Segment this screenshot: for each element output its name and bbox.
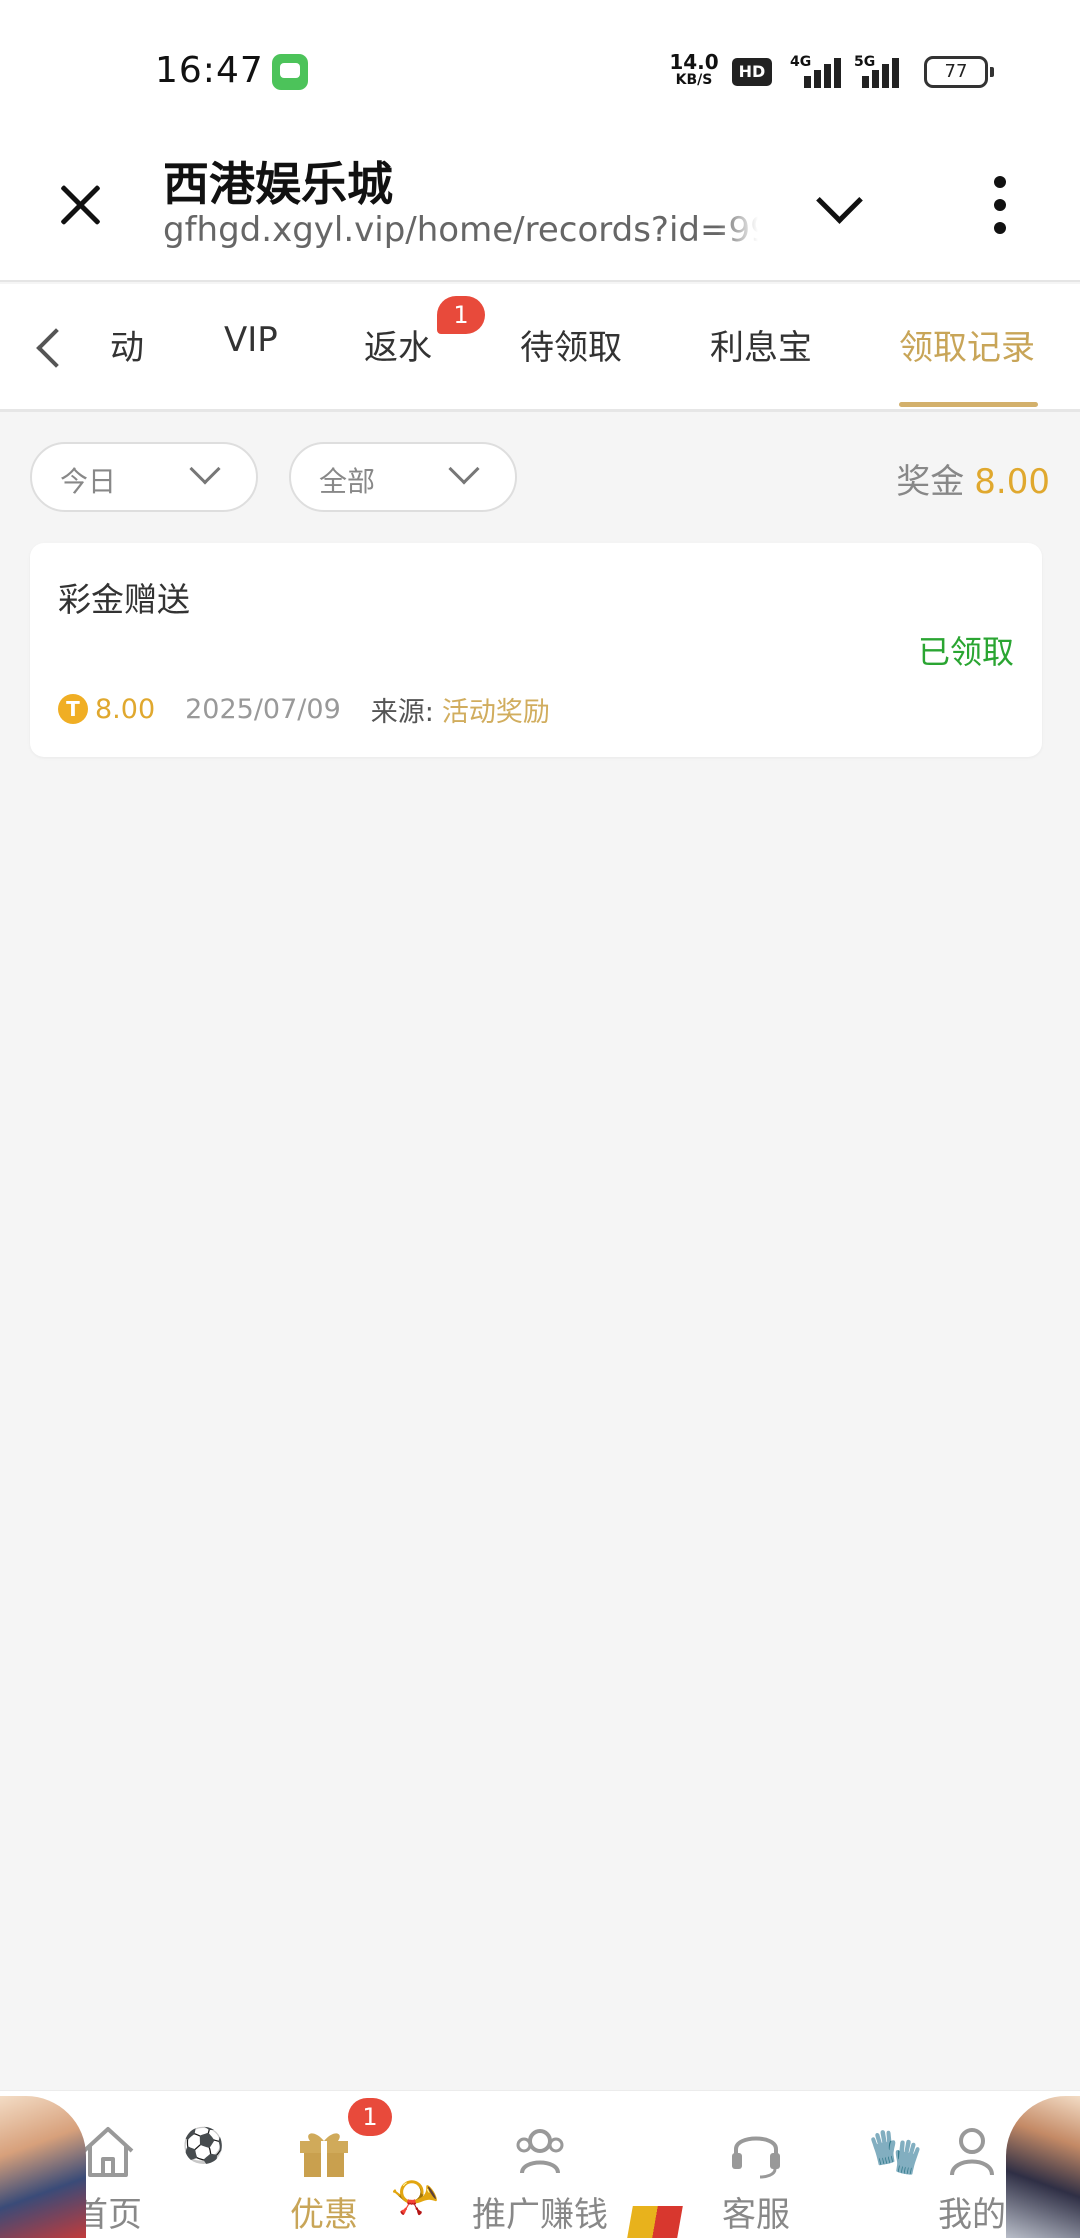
type-filter-select[interactable]: 全部 bbox=[289, 442, 517, 512]
soccer-ball-icon: ⚽ bbox=[182, 2126, 225, 2166]
tab-vip[interactable]: VIP bbox=[224, 320, 278, 360]
headset-icon bbox=[732, 2136, 780, 2179]
page-title: 西港娱乐城 bbox=[163, 157, 393, 211]
nav-support[interactable]: 客服 bbox=[666, 2091, 846, 2238]
tab-claim-records[interactable]: 领取记录 bbox=[899, 320, 1035, 369]
goalkeeper-glove-icon: 🧤 bbox=[868, 2127, 923, 2178]
rebate-badge: 1 bbox=[437, 296, 485, 334]
page-url[interactable]: gfhgd.xgyl.vip/home/records?id=99 bbox=[163, 210, 758, 250]
user-icon bbox=[950, 2128, 994, 2176]
chevron-left-icon[interactable] bbox=[30, 324, 70, 374]
browser-header: 西港娱乐城 gfhgd.xgyl.vip/home/records?id=99 bbox=[0, 130, 1080, 282]
status-bar: 16:47 14.0 KB/S HD 4G 5G 77 bbox=[0, 0, 1080, 130]
chevron-down-icon[interactable] bbox=[810, 180, 866, 230]
more-menu-icon[interactable] bbox=[980, 172, 1020, 238]
tab-activity[interactable]: 动 bbox=[110, 320, 144, 369]
tab-pending[interactable]: 待领取 bbox=[520, 320, 622, 369]
record-card: 彩金赠送 已领取 T 8.00 2025/07/09 来源: 活动奖励 bbox=[30, 543, 1042, 757]
record-meta: T 8.00 2025/07/09 来源: 活动奖励 bbox=[58, 691, 550, 728]
signal-5g-icon: 5G bbox=[848, 54, 902, 88]
network-speed: 14.0 KB/S bbox=[669, 50, 719, 88]
signal-4g-icon: 4G bbox=[790, 54, 844, 88]
record-date: 2025/07/09 bbox=[185, 693, 341, 725]
record-source-label: 来源: bbox=[370, 696, 434, 728]
close-icon[interactable] bbox=[50, 175, 110, 235]
promotions-badge: 1 bbox=[348, 2098, 392, 2136]
active-tab-indicator bbox=[899, 402, 1038, 407]
home-icon bbox=[82, 2127, 134, 2177]
bonus-total: 奖金 8.00 bbox=[896, 462, 1050, 502]
tab-rebate[interactable]: 返水 bbox=[364, 320, 432, 369]
users-icon bbox=[516, 2129, 564, 2174]
chevron-down-icon bbox=[448, 453, 480, 485]
flag-decoration bbox=[627, 2206, 683, 2238]
chevron-down-icon bbox=[189, 453, 221, 485]
tab-interest[interactable]: 利息宝 bbox=[710, 320, 812, 369]
message-app-icon bbox=[272, 54, 308, 90]
coin-icon: T bbox=[58, 694, 88, 724]
gift-icon bbox=[300, 2133, 348, 2177]
battery-icon: 77 bbox=[924, 56, 994, 88]
record-status: 已领取 bbox=[917, 633, 1014, 671]
promo-tabs: 动 VIP 返水 待领取 利息宝 领取记录 bbox=[0, 284, 1080, 412]
record-source: 活动奖励 bbox=[441, 696, 550, 728]
nav-referral[interactable]: 推广赚钱 bbox=[450, 2091, 630, 2238]
hd-voice-icon: HD bbox=[732, 58, 772, 86]
horn-icon: 📯 bbox=[390, 2175, 440, 2221]
time-filter-select[interactable]: 今日 bbox=[30, 442, 258, 512]
record-amount: 8.00 bbox=[95, 693, 156, 725]
clock: 16:47 bbox=[155, 50, 264, 91]
record-title: 彩金赠送 bbox=[58, 580, 190, 619]
